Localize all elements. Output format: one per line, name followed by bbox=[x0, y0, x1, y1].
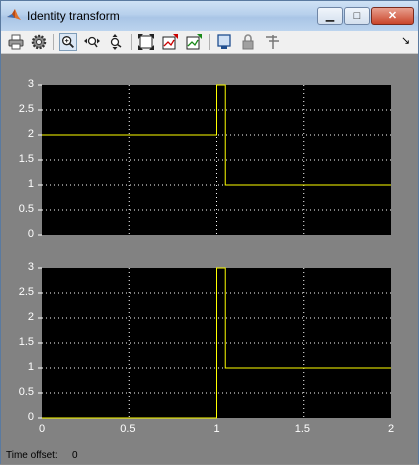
y-tick-label: 2 bbox=[27, 128, 34, 140]
y-tick-label: 0.5 bbox=[18, 203, 34, 215]
x-tick-label: 1 bbox=[213, 423, 220, 435]
time-offset-value: 0 bbox=[72, 450, 78, 461]
y-tick-label: 0.5 bbox=[18, 386, 34, 398]
y-tick-label: 3 bbox=[27, 78, 34, 90]
y-tick-label: 2.5 bbox=[18, 286, 34, 298]
scope-window: Identity transform ▁ □ ✕ ↘ 0 0.5 1 1.5 2… bbox=[0, 0, 419, 464]
y-tick-label: 1.5 bbox=[18, 336, 34, 348]
x-tick-label: 0 bbox=[39, 423, 46, 435]
scope-plots bbox=[38, 84, 391, 419]
x-tick-label: 1.5 bbox=[294, 423, 311, 435]
y-tick-label: 1.5 bbox=[18, 153, 34, 165]
y-tick-label: 2 bbox=[27, 311, 34, 323]
time-offset-label: Time offset: bbox=[6, 450, 58, 461]
y-tick-label: 0 bbox=[27, 411, 34, 423]
y-tick-label: 1 bbox=[27, 361, 34, 373]
y-tick-label: 3 bbox=[27, 261, 34, 273]
x-tick-label: 0.5 bbox=[120, 423, 136, 435]
y-tick-label: 2.5 bbox=[18, 103, 34, 115]
y-tick-label: 1 bbox=[27, 178, 34, 190]
y-tick-label: 0 bbox=[27, 228, 34, 240]
x-tick-label: 2 bbox=[388, 423, 395, 435]
